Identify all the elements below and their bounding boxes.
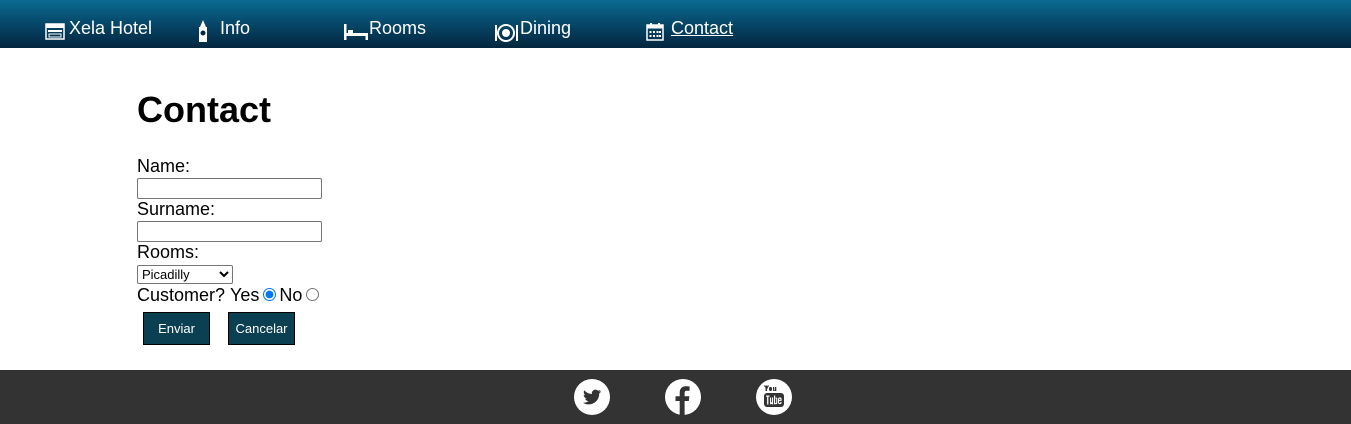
twitter-icon[interactable] [574,379,610,415]
customer-yes-radio[interactable] [263,287,277,301]
rooms-label: Rooms: [137,242,200,262]
footer [0,370,1351,424]
surname-label: Surname: [137,199,216,219]
name-label: Name: [137,156,191,176]
plate-icon [494,22,520,42]
rooms-select[interactable]: Picadilly [137,265,233,284]
nav-item-info[interactable]: Info [196,16,251,42]
cancel-button[interactable]: Cancelar [228,312,295,345]
big-ben-icon [196,20,210,42]
facebook-icon[interactable] [665,379,701,415]
top-nav: Xela Hotel Info Rooms Dining Contact [0,0,1351,48]
nav-label: Xela Hotel [69,18,153,38]
nav-item-contact[interactable]: Contact [646,16,734,41]
customer-radio-group: Customer? Yes No [137,284,322,305]
bed-icon [343,22,369,40]
submit-button[interactable]: Enviar [143,312,210,345]
nav-label: Contact [671,18,734,38]
calendar-icon [646,23,664,41]
page-title: Contact [137,89,271,130]
name-input[interactable] [137,178,322,199]
surname-input[interactable] [137,221,322,242]
hotel-icon [45,22,65,40]
customer-no-radio[interactable] [306,287,320,301]
nav-item-xela-hotel[interactable]: Xela Hotel [45,16,152,40]
nav-label: Dining [520,18,572,38]
nav-item-dining[interactable]: Dining [494,16,572,42]
customer-label: Customer? [137,284,226,305]
nav-label: Info [220,18,251,38]
nav-label: Rooms [369,18,427,38]
yes-label: Yes [230,284,260,305]
nav-item-rooms[interactable]: Rooms [343,16,426,40]
youtube-icon[interactable] [756,379,792,415]
no-label: No [279,284,303,305]
